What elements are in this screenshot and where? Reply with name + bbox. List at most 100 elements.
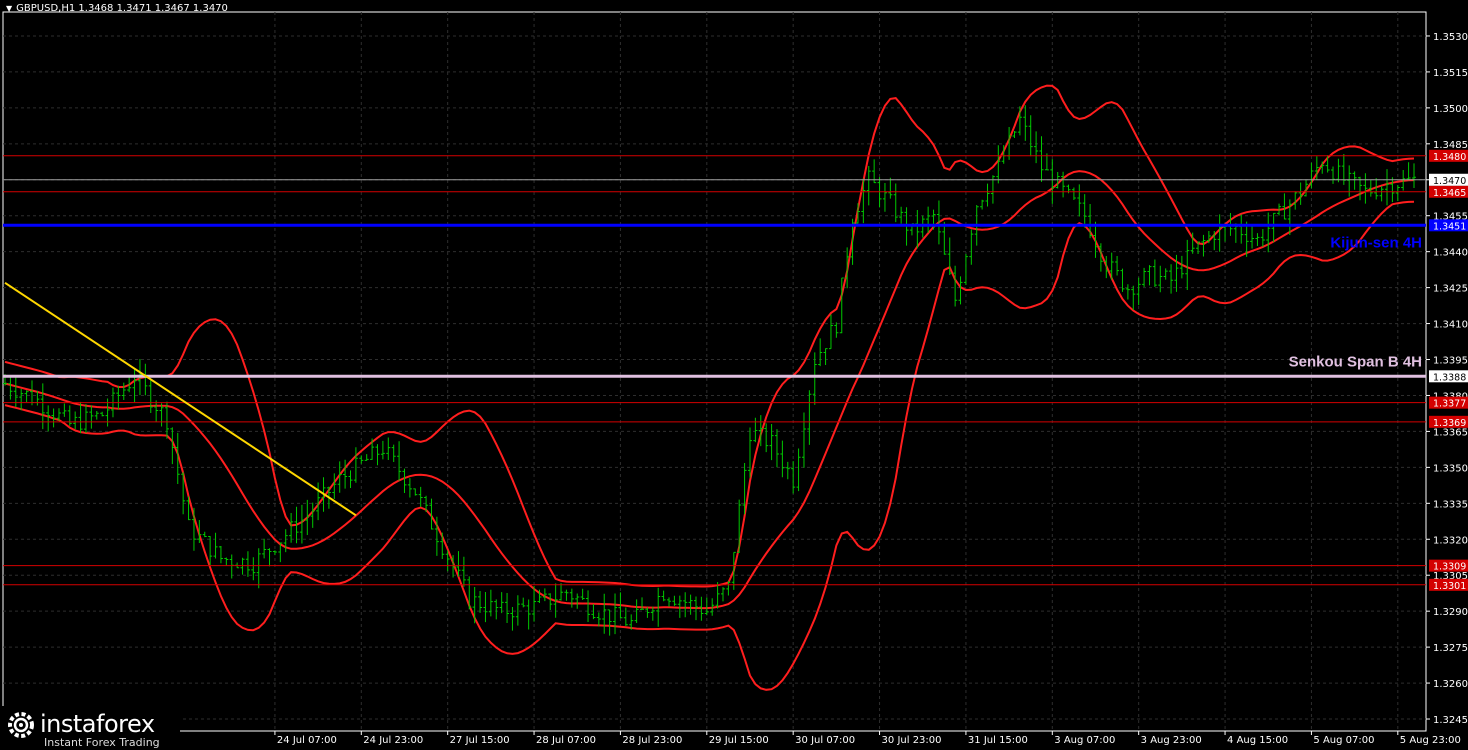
price-bar[interactable] bbox=[224, 557, 229, 566]
price-bar[interactable] bbox=[1239, 214, 1244, 244]
price-bar[interactable] bbox=[526, 599, 531, 630]
price-bar[interactable] bbox=[78, 401, 83, 434]
price-bar[interactable] bbox=[132, 367, 137, 403]
price-bar[interactable] bbox=[386, 437, 391, 460]
price-bar[interactable] bbox=[985, 183, 990, 207]
price-bar[interactable] bbox=[289, 513, 294, 543]
price-bar[interactable] bbox=[364, 454, 369, 461]
price-bar[interactable] bbox=[963, 253, 968, 285]
price-bar[interactable] bbox=[499, 592, 504, 614]
price-bar[interactable] bbox=[731, 551, 736, 590]
price-bar[interactable] bbox=[488, 589, 493, 617]
price-bar[interactable] bbox=[569, 588, 574, 608]
price-bar[interactable] bbox=[1120, 268, 1125, 292]
dropdown-triangle-icon[interactable]: ▼ bbox=[6, 4, 12, 13]
price-bar[interactable] bbox=[623, 607, 628, 626]
price-bar[interactable] bbox=[391, 444, 396, 463]
price-bar[interactable] bbox=[494, 599, 499, 620]
price-bar[interactable] bbox=[407, 478, 412, 498]
price-bar[interactable] bbox=[359, 455, 364, 464]
price-bar[interactable] bbox=[83, 404, 88, 434]
price-bar[interactable] bbox=[62, 403, 67, 417]
price-bar[interactable] bbox=[580, 588, 585, 601]
price-bar[interactable] bbox=[483, 592, 488, 623]
price-bar[interactable] bbox=[888, 177, 893, 199]
price-bar[interactable] bbox=[332, 473, 337, 500]
price-bar[interactable] bbox=[19, 388, 24, 411]
price-bar[interactable] bbox=[667, 597, 672, 607]
price-bar[interactable] bbox=[251, 557, 256, 581]
price-bar[interactable] bbox=[532, 585, 537, 622]
price-bar[interactable] bbox=[893, 183, 898, 223]
price-bar[interactable] bbox=[720, 587, 725, 602]
price-bar[interactable] bbox=[1185, 239, 1190, 290]
price-bar[interactable] bbox=[343, 459, 348, 489]
price-bar[interactable] bbox=[1223, 224, 1228, 242]
price-bar[interactable] bbox=[942, 221, 947, 255]
price-bar[interactable] bbox=[375, 444, 380, 466]
price-bar[interactable] bbox=[1358, 176, 1363, 201]
price-bar[interactable] bbox=[791, 461, 796, 494]
price-bar[interactable] bbox=[73, 411, 78, 430]
price-bar[interactable] bbox=[704, 597, 709, 616]
price-bar[interactable] bbox=[672, 595, 677, 606]
price-bar[interactable] bbox=[100, 411, 105, 417]
price-bar[interactable] bbox=[1158, 265, 1163, 293]
price-bar[interactable] bbox=[737, 499, 742, 553]
price-bar[interactable] bbox=[202, 531, 207, 538]
price-bar[interactable] bbox=[440, 532, 445, 559]
price-bar[interactable] bbox=[1217, 214, 1222, 252]
price-bar[interactable] bbox=[586, 590, 591, 623]
price-bar[interactable] bbox=[866, 166, 871, 206]
price-bar[interactable] bbox=[1395, 184, 1400, 202]
price-bar[interactable] bbox=[262, 538, 267, 559]
price-bar[interactable] bbox=[1390, 177, 1395, 203]
price-bar[interactable] bbox=[1250, 224, 1255, 249]
price-bar[interactable] bbox=[1179, 255, 1184, 279]
price-bar[interactable] bbox=[505, 592, 510, 624]
price-bar[interactable] bbox=[67, 405, 72, 426]
price-bar[interactable] bbox=[823, 348, 828, 366]
price-bar[interactable] bbox=[256, 548, 261, 589]
price-bar[interactable] bbox=[575, 593, 580, 609]
price-bar[interactable] bbox=[1385, 169, 1390, 206]
price-bar[interactable] bbox=[1061, 171, 1066, 198]
price-bar[interactable] bbox=[267, 548, 272, 567]
price-bar[interactable] bbox=[1077, 184, 1082, 217]
price-bar[interactable] bbox=[828, 314, 833, 350]
price-bar[interactable] bbox=[1406, 162, 1411, 181]
price-bar[interactable] bbox=[958, 276, 963, 305]
price-bar[interactable] bbox=[1039, 136, 1044, 182]
price-bar[interactable] bbox=[397, 441, 402, 481]
price-bar[interactable] bbox=[310, 502, 315, 528]
price-bar[interactable] bbox=[785, 461, 790, 480]
price-bar[interactable] bbox=[596, 612, 601, 627]
price-bar[interactable] bbox=[46, 405, 51, 432]
price-bar[interactable] bbox=[413, 488, 418, 496]
price-bar[interactable] bbox=[661, 590, 666, 602]
price-bar[interactable] bbox=[980, 199, 985, 210]
price-bar[interactable] bbox=[796, 448, 801, 492]
price-bar[interactable] bbox=[1255, 233, 1260, 247]
price-bar[interactable] bbox=[807, 390, 812, 445]
price-bar[interactable] bbox=[143, 363, 148, 396]
price-bar[interactable] bbox=[683, 592, 688, 618]
price-bar[interactable] bbox=[1271, 212, 1276, 243]
price-chart[interactable]: 1.35301.35151.35001.34851.34701.34551.34… bbox=[0, 0, 1468, 750]
price-bar[interactable] bbox=[834, 322, 839, 338]
price-bar[interactable] bbox=[1152, 259, 1157, 288]
price-bar[interactable] bbox=[353, 447, 358, 483]
price-bar[interactable] bbox=[380, 440, 385, 460]
price-bar[interactable] bbox=[607, 609, 612, 636]
price-bar[interactable] bbox=[818, 338, 823, 367]
price-bar[interactable] bbox=[1131, 285, 1136, 310]
price-bar[interactable] bbox=[812, 352, 817, 405]
price-bar[interactable] bbox=[1023, 105, 1028, 141]
price-bar[interactable] bbox=[926, 206, 931, 233]
price-bar[interactable] bbox=[478, 590, 483, 613]
price-bar[interactable] bbox=[801, 412, 806, 468]
price-bar[interactable] bbox=[1260, 229, 1265, 247]
price-bar[interactable] bbox=[472, 587, 477, 624]
price-bar[interactable] bbox=[461, 556, 466, 587]
price-bar[interactable] bbox=[688, 594, 693, 615]
